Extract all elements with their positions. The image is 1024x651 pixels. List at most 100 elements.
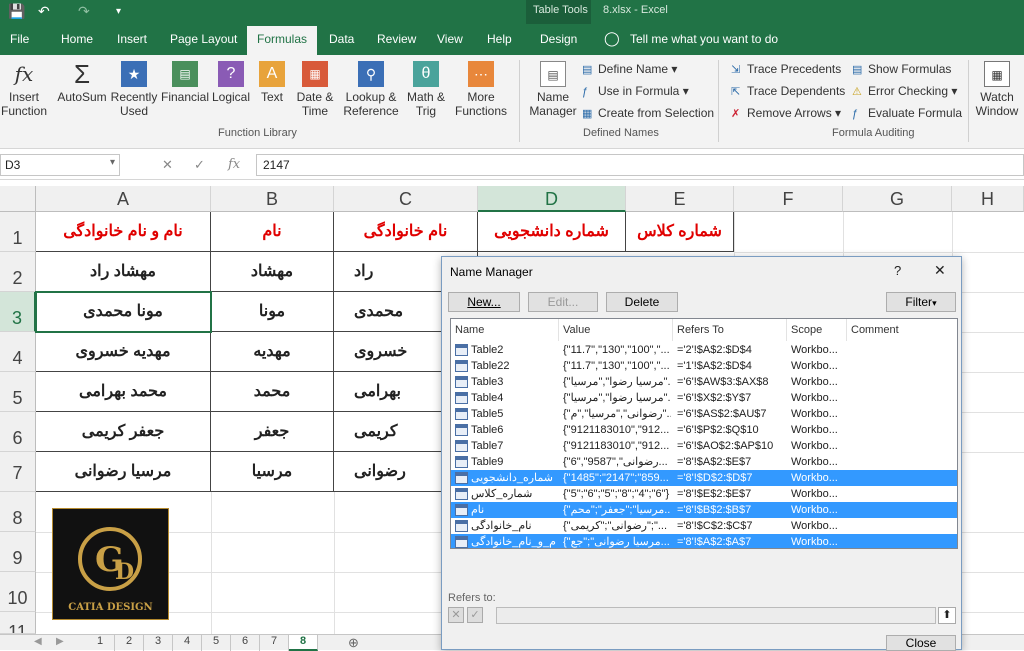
row-header-3[interactable]: 3 [0,292,36,332]
show-formulas-button[interactable]: ▤ Show Formulas [852,62,951,76]
row-header-8[interactable]: 8 [0,492,36,532]
math-trig-button[interactable]: θ Math & Trig [404,61,448,118]
row-header-10[interactable]: 10 [0,572,36,612]
col-scope-header[interactable]: Scope [787,319,847,341]
collapse-dialog-icon[interactable]: ⬆ [938,607,956,624]
table-row[interactable]: شماره_دانشجویی {"1485";"2147";"859... ='8'… [451,470,957,486]
cell-b3[interactable]: مونا [211,292,334,332]
close-dialog-icon[interactable]: ✕ [934,262,946,279]
name-manager-button[interactable]: ▤ Name Manager [527,61,579,118]
customize-qat-icon[interactable]: ▾ [116,6,121,17]
tab-design[interactable]: Design [540,32,577,46]
cell-a7[interactable]: مرسیا رضوانی [36,452,211,492]
sheet-tab-2[interactable]: 2 [115,635,144,651]
undo-icon[interactable]: ↶ [38,3,50,20]
name-box-dropdown-icon[interactable]: ▾ [110,157,115,168]
col-refers-header[interactable]: Refers To [673,319,787,341]
scroll-left-icon[interactable]: ◀ [34,636,42,647]
sheet-tab-3[interactable]: 3 [144,635,173,651]
cell-b4[interactable]: مهدیه [211,332,334,372]
sheet-tab-7[interactable]: 7 [260,635,289,651]
close-button[interactable]: Close [886,635,956,651]
trace-precedents-button[interactable]: ⇲ Trace Precedents [731,62,841,76]
cell-c1[interactable]: نام خانوادگی [334,212,478,252]
row-header-1[interactable]: 1 [0,212,36,252]
column-header-d[interactable]: D [478,186,626,212]
recently-used-button[interactable]: ★ Recently Used [108,61,160,118]
cancel-icon[interactable]: ✕ [162,157,173,173]
names-list[interactable]: Name Value Refers To Scope Comment Table… [450,318,958,549]
cell-a4[interactable]: مهدیه خسروی [36,332,211,372]
table-row[interactable]: Table22 {"11.7","130","100","... ='1'!$A$2… [451,358,957,374]
cell-e1[interactable]: شماره کلاس [626,212,734,252]
name-box[interactable]: D3 [0,154,120,176]
table-row[interactable]: نام {"مرسیا";"جعفر";"محم... ='8'!$B$2:$B$7… [451,502,957,518]
cell-a6[interactable]: جعفر کریمی [36,412,211,452]
select-all-corner[interactable] [0,186,36,212]
tab-data[interactable]: Data [329,32,354,46]
more-functions-button[interactable]: ⋯ More Functions [450,61,512,118]
cell-a2[interactable]: مهشاد راد [36,252,211,292]
table-row[interactable]: Table2 {"11.7","130","100","... ='2'!$A$2:… [451,342,957,358]
lookup-reference-button[interactable]: ⚲ Lookup & Reference [340,61,402,118]
accept-edit-icon[interactable]: ✓ [467,607,483,623]
autosum-button[interactable]: Σ AutoSum [56,61,108,104]
redo-icon[interactable]: ↷ [78,3,90,20]
column-header-c[interactable]: C [334,186,478,212]
evaluate-formula-button[interactable]: ƒ Evaluate Formula [852,106,962,120]
column-header-e[interactable]: E [626,186,734,212]
tell-me-box[interactable]: Tell me what you want to do [630,32,778,46]
table-row[interactable]: نام_و_نام_خانوادگی {"مرسیا رضوانی";"جع...… [451,534,957,548]
cell-b6[interactable]: جعفر [211,412,334,452]
refers-to-input[interactable] [496,607,936,624]
create-from-selection-button[interactable]: ▦ Create from Selection [582,106,714,120]
tab-home[interactable]: Home [61,32,93,46]
define-name-button[interactable]: ▤ Define Name ▾ [582,62,677,76]
enter-icon[interactable]: ✓ [194,157,205,173]
cell-b2[interactable]: مهشاد [211,252,334,292]
insert-function-icon[interactable]: fx [228,157,240,172]
table-row[interactable]: Table9 {"6","9587","رضوانی... ='8'!$A$2:$E… [451,454,957,470]
tab-review[interactable]: Review [377,32,416,46]
sheet-tab-1[interactable]: 1 [86,635,115,651]
cell-b7[interactable]: مرسیا [211,452,334,492]
row-header-11[interactable]: 11 [0,612,36,634]
row-header-7[interactable]: 7 [0,452,36,492]
tab-formulas[interactable]: Formulas [247,26,318,55]
cell-b5[interactable]: محمد [211,372,334,412]
table-row[interactable]: Table5 {"رضوانی","مرسیا","م"... ='6'!$AS$2… [451,406,957,422]
cell-a5[interactable]: محمد بهرامی [36,372,211,412]
col-value-header[interactable]: Value [559,319,673,341]
watch-window-button[interactable]: ▦ Watch Window [972,61,1022,118]
new-button[interactable]: New... [448,292,520,312]
table-row[interactable]: Table3 {"مرسیا رضوا","مرسیا"... ='6'!$AW$3… [451,374,957,390]
sheet-tab-8[interactable]: 8 [289,635,318,651]
column-header-g[interactable]: G [843,186,952,212]
edit-button[interactable]: Edit... [528,292,598,312]
row-header-5[interactable]: 5 [0,372,36,412]
cell-b1[interactable]: نام [211,212,334,252]
error-checking-button[interactable]: ⚠ Error Checking ▾ [852,84,957,98]
cell-a1[interactable]: نام و نام خانوادگی [36,212,211,252]
tab-page-layout[interactable]: Page Layout [170,32,237,46]
col-name-header[interactable]: Name [451,319,559,341]
remove-arrows-button[interactable]: ✗ Remove Arrows ▾ [731,106,841,120]
table-row[interactable]: Table7 {"9121183010","912... ='6'!$AO$2:$A… [451,438,957,454]
use-in-formula-button[interactable]: ƒ Use in Formula ▾ [582,84,689,98]
row-header-6[interactable]: 6 [0,412,36,452]
formula-input[interactable]: 2147 [256,154,1024,176]
filter-button[interactable]: Filter▾ [886,292,956,312]
column-header-f[interactable]: F [734,186,843,212]
financial-button[interactable]: ▤ Financial [160,61,210,104]
tab-view[interactable]: View [437,32,463,46]
insert-function-button[interactable]: fx Insert Function [0,61,48,118]
column-header-b[interactable]: B [211,186,334,212]
delete-button[interactable]: Delete [606,292,678,312]
scroll-right-icon[interactable]: ▶ [56,636,64,647]
text-button[interactable]: A Text [254,61,290,104]
column-header-a[interactable]: A [36,186,211,212]
add-sheet-icon[interactable]: ⊕ [348,635,359,651]
tab-insert[interactable]: Insert [117,32,147,46]
cell-d1[interactable]: شماره دانشجویی [478,212,626,252]
trace-dependents-button[interactable]: ⇱ Trace Dependents [731,84,845,98]
